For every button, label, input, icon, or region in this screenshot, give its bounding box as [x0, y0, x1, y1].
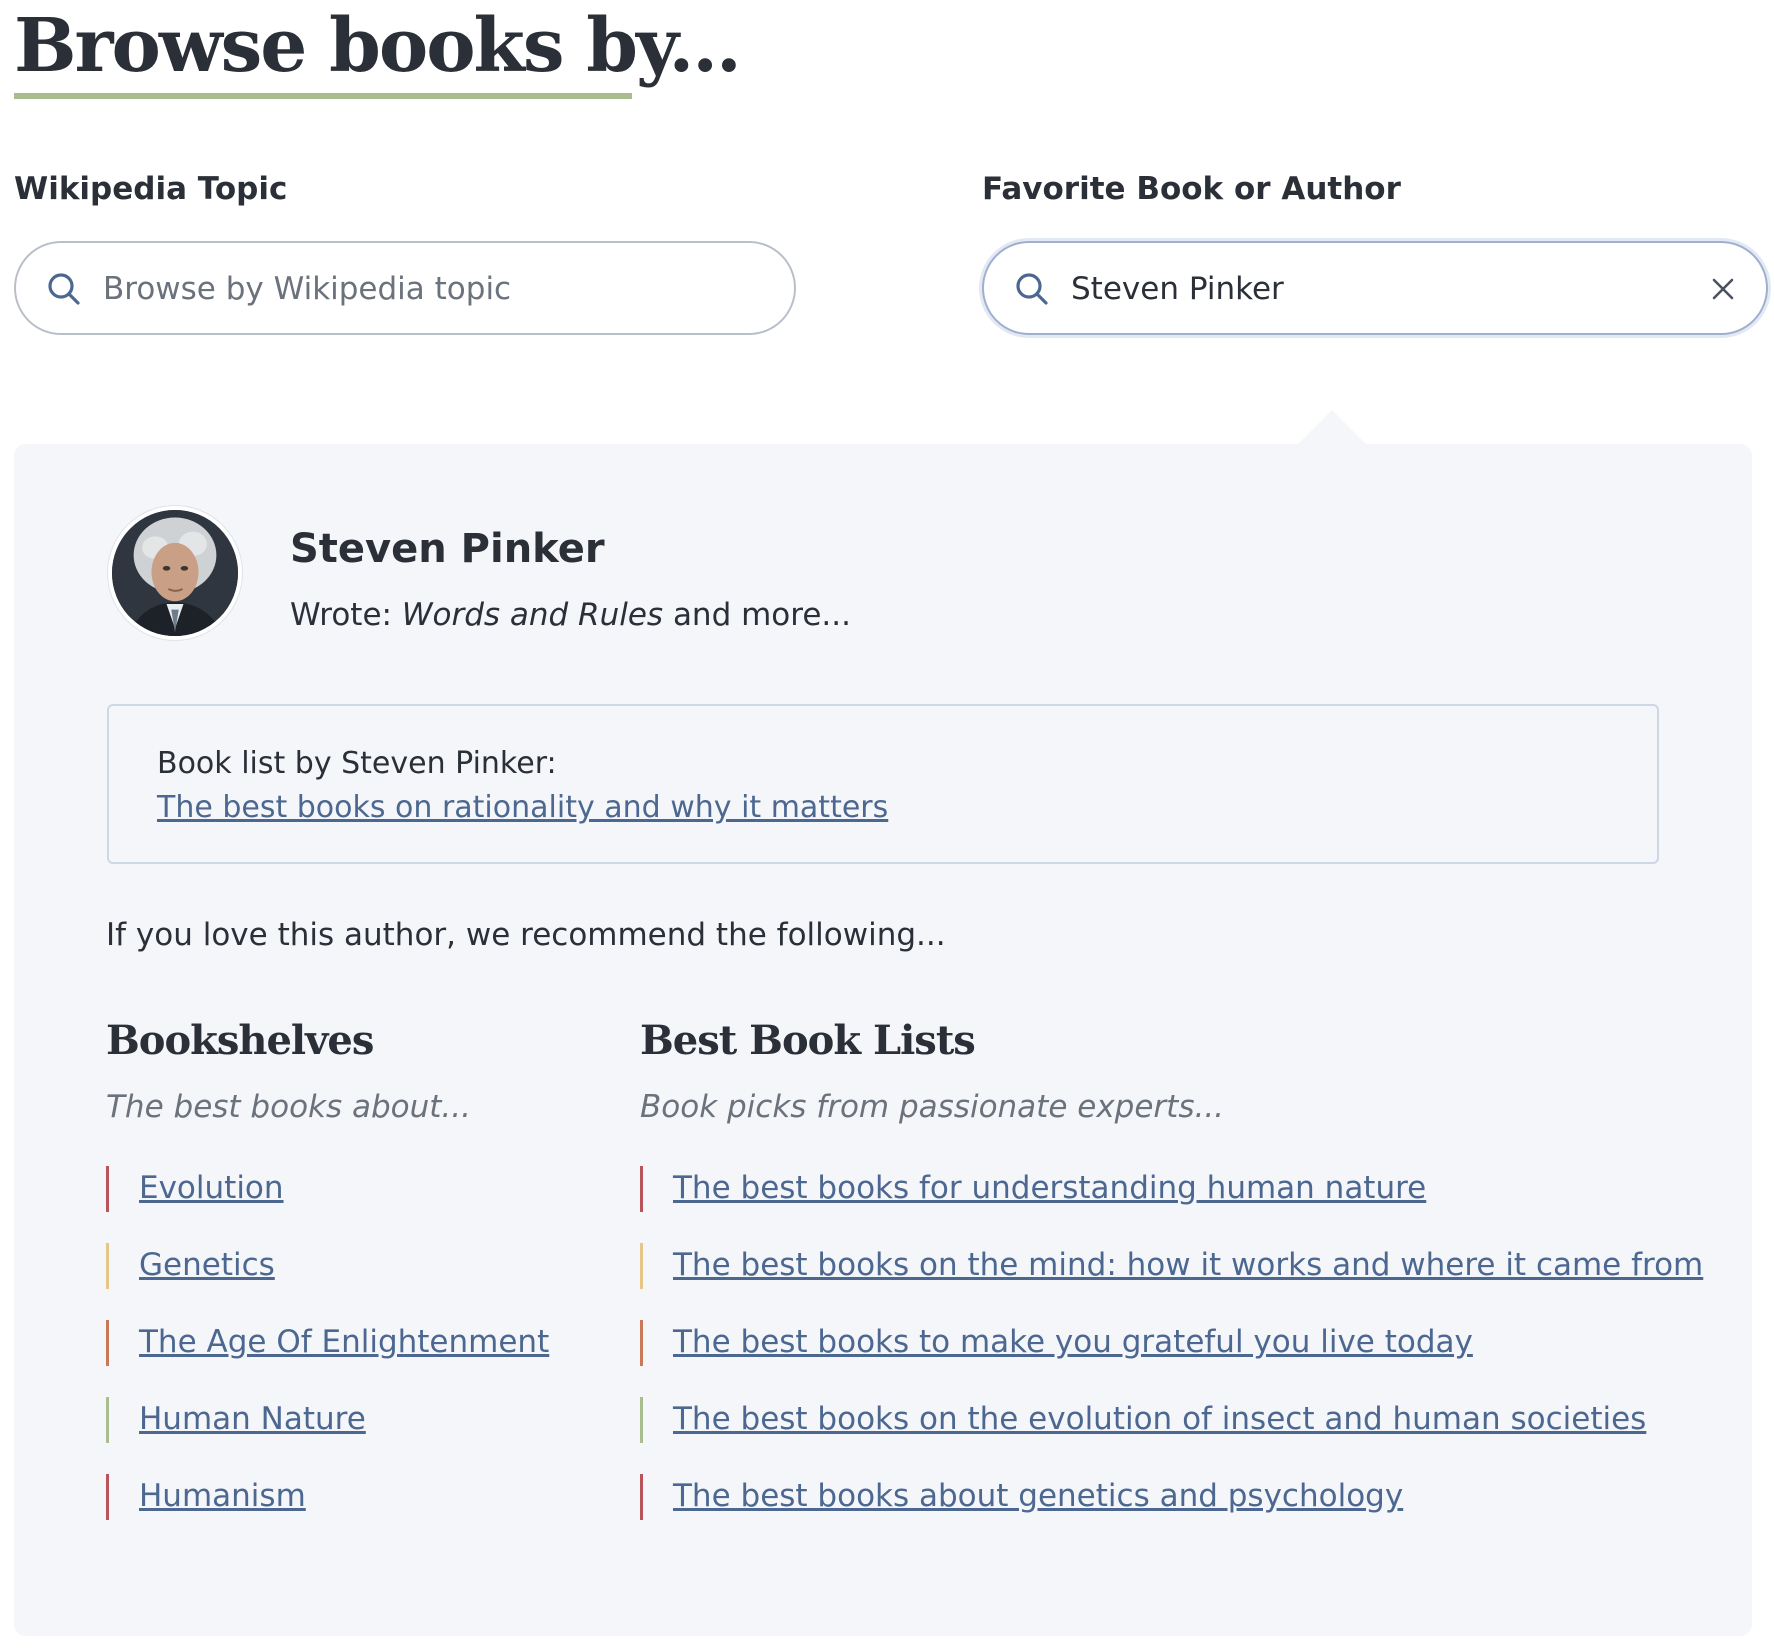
best-list-link-grateful[interactable]: The best books to make you grateful you … [673, 1320, 1473, 1364]
search-icon [48, 273, 80, 305]
best-list-link-genetics-psychology[interactable]: The best books about genetics and psycho… [673, 1474, 1403, 1518]
favorite-book-author-input[interactable]: Steven Pinker [1071, 268, 1284, 310]
author-photo [112, 510, 238, 636]
author-avatar[interactable] [108, 506, 242, 640]
favorite-book-author-search[interactable]: Steven Pinker [982, 241, 1768, 335]
bookshelf-link-human-nature[interactable]: Human Nature [139, 1397, 366, 1441]
title-underline [14, 93, 632, 99]
accent-bar [640, 1397, 643, 1443]
best-list-link-human-nature[interactable]: The best books for understanding human n… [673, 1166, 1426, 1210]
accent-bar [640, 1243, 643, 1289]
accent-bar [640, 1166, 643, 1212]
bookshelf-link-humanism[interactable]: Humanism [139, 1474, 306, 1518]
bookshelf-link-evolution[interactable]: Evolution [139, 1166, 284, 1210]
author-name[interactable]: Steven Pinker [290, 524, 605, 574]
best-lists-subheading: Book picks from passionate experts... [640, 1089, 1225, 1125]
page-title: Browse books by... [14, 3, 742, 89]
author-booklist-card: Book list by Steven Pinker: The best boo… [107, 704, 1659, 864]
wrote-book-title: Words and Rules [401, 597, 664, 633]
bookshelves-subheading: The best books about... [106, 1089, 471, 1125]
bookshelf-link-genetics[interactable]: Genetics [139, 1243, 275, 1287]
accent-bar [106, 1474, 109, 1520]
recommend-text: If you love this author, we recommend th… [106, 917, 946, 953]
bookshelves-heading: Bookshelves [106, 1017, 374, 1064]
wikipedia-topic-input[interactable]: Browse by Wikipedia topic [103, 268, 511, 310]
accent-bar [106, 1243, 109, 1289]
best-list-link-the-mind[interactable]: The best books on the mind: how it works… [673, 1243, 1703, 1287]
accent-bar [106, 1320, 109, 1366]
accent-bar [640, 1320, 643, 1366]
wrote-suffix: and more... [672, 597, 851, 633]
close-icon[interactable] [1706, 272, 1740, 306]
bookshelf-link-age-of-enlightenment[interactable]: The Age Of Enlightenment [139, 1320, 549, 1364]
wikipedia-topic-label: Wikipedia Topic [14, 171, 288, 207]
wrote-prefix: Wrote: [290, 597, 392, 633]
booklist-caption: Book list by Steven Pinker: [157, 746, 557, 781]
best-list-link-insect-societies[interactable]: The best books on the evolution of insec… [673, 1397, 1646, 1441]
accent-bar [106, 1397, 109, 1443]
booklist-link[interactable]: The best books on rationality and why it… [157, 788, 888, 828]
accent-bar [106, 1166, 109, 1212]
panel-caret [1296, 410, 1368, 446]
best-lists-heading: Best Book Lists [640, 1017, 976, 1064]
author-wrote-line: Wrote: Words and Rules and more... [290, 594, 851, 636]
favorite-book-author-label: Favorite Book or Author [982, 171, 1401, 207]
accent-bar [640, 1474, 643, 1520]
wikipedia-topic-search[interactable]: Browse by Wikipedia topic [14, 241, 796, 335]
search-icon [1016, 273, 1048, 305]
